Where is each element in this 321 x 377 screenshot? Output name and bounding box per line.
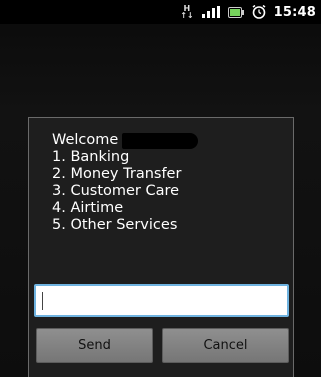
network-type-icon: H ↑↓ (180, 4, 194, 20)
alarm-icon (252, 5, 266, 19)
cancel-button[interactable]: Cancel (162, 328, 289, 363)
status-clock: 15:48 (273, 4, 316, 20)
menu-line-banking: 1. Banking (52, 149, 130, 165)
signal-icon (201, 6, 220, 18)
menu-line-other-services: 5. Other Services (52, 217, 178, 233)
ussd-message: Welcome 1. Banking 2. Money Transfer 3. … (52, 132, 199, 234)
reply-input[interactable] (34, 284, 289, 317)
send-button[interactable]: Send (36, 328, 153, 363)
network-type-label: H (183, 4, 191, 13)
menu-line-customer-care: 3. Customer Care (52, 183, 180, 199)
welcome-row: Welcome (52, 132, 199, 149)
ussd-dialog: Welcome 1. Banking 2. Money Transfer 3. … (28, 117, 294, 377)
phone-screen: H ↑↓ 15:48 Welcome 1. Banking 2. Money T… (0, 0, 321, 377)
text-cursor (42, 292, 43, 310)
status-bar: H ↑↓ 15:48 (0, 0, 321, 24)
redacted-name (122, 132, 199, 149)
battery-icon (227, 6, 244, 18)
menu-line-money-transfer: 2. Money Transfer (52, 166, 182, 182)
menu-line-airtime: 4. Airtime (52, 200, 124, 216)
menu-line-welcome: Welcome (52, 132, 119, 148)
